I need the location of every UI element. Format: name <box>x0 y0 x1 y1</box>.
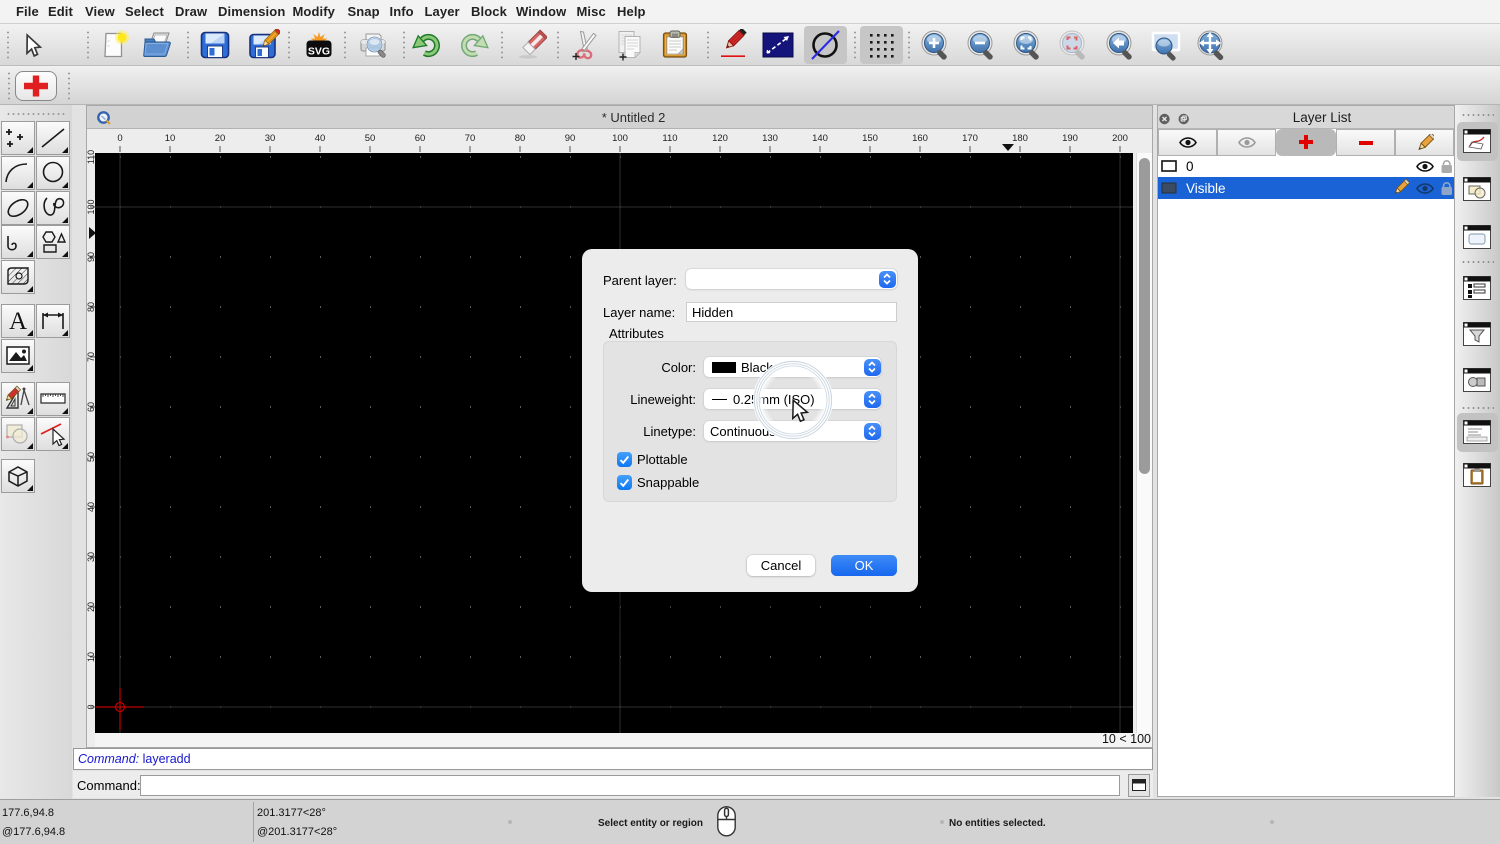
svg-text:40: 40 <box>315 133 326 144</box>
svg-text:50: 50 <box>365 133 376 144</box>
svg-text:70: 70 <box>465 133 476 144</box>
svg-text:180: 180 <box>1012 133 1028 144</box>
svg-text:140: 140 <box>812 133 828 144</box>
svg-text:80: 80 <box>515 133 526 144</box>
svg-text:30: 30 <box>265 133 276 144</box>
svg-text:200: 200 <box>1112 133 1128 144</box>
svg-text:60: 60 <box>415 133 426 144</box>
svg-text:150: 150 <box>862 133 878 144</box>
svg-text:120: 120 <box>712 133 728 144</box>
svg-text:100: 100 <box>612 133 628 144</box>
svg-text:10: 10 <box>165 133 176 144</box>
svg-text:130: 130 <box>762 133 778 144</box>
svg-text:90: 90 <box>565 133 576 144</box>
svg-text:A: A <box>9 308 27 335</box>
svg-text:170: 170 <box>962 133 978 144</box>
svg-text:190: 190 <box>1062 133 1078 144</box>
svg-text:0: 0 <box>117 133 122 144</box>
svg-text:110: 110 <box>662 133 677 144</box>
svg-text:160: 160 <box>912 133 928 144</box>
svg-text:SVG: SVG <box>308 46 330 58</box>
svg-text:20: 20 <box>215 133 226 144</box>
